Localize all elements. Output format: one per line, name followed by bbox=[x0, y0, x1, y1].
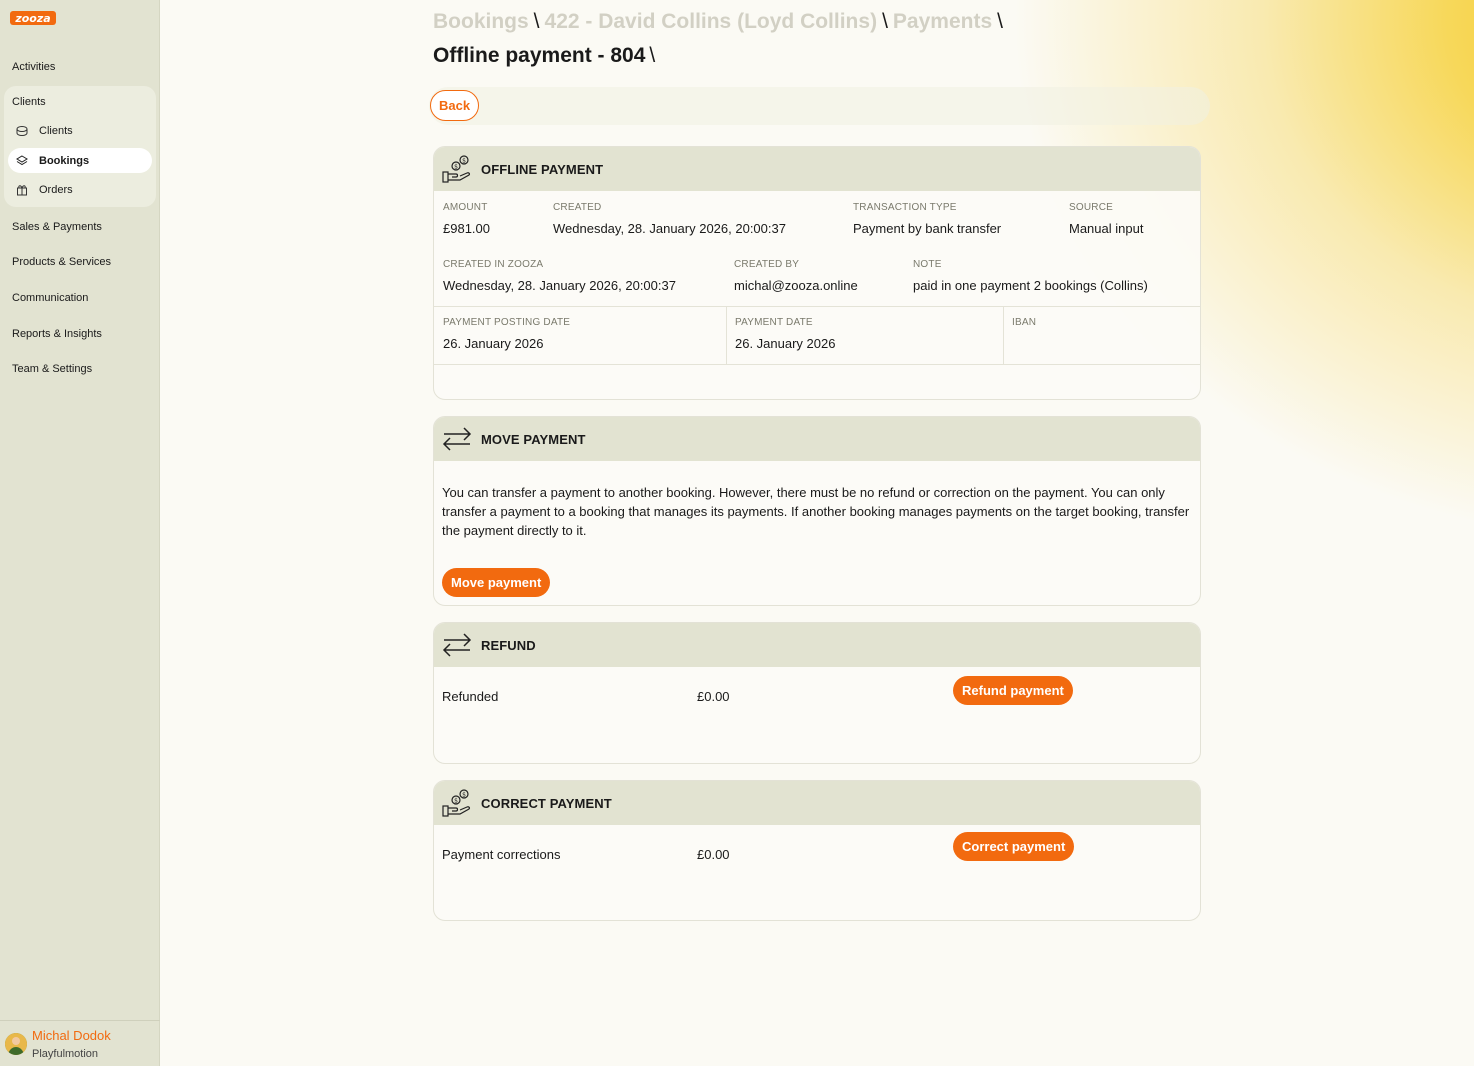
move-payment-card: MOVE PAYMENT You can transfer a payment … bbox=[433, 416, 1201, 606]
back-button[interactable]: Back bbox=[430, 90, 480, 121]
refunded-amount: £0.00 bbox=[697, 689, 730, 704]
move-payment-button[interactable]: Move payment bbox=[442, 568, 551, 597]
card-title: CORRECT PAYMENT bbox=[481, 795, 612, 811]
divider bbox=[434, 306, 1200, 307]
transaction-type-field: TRANSACTION TYPE Payment by bank transfe… bbox=[853, 202, 1001, 236]
correct-payment-button[interactable]: Correct payment bbox=[953, 832, 1075, 861]
field-label: PAYMENT DATE bbox=[735, 317, 813, 328]
field-label: SOURCE bbox=[1069, 202, 1113, 213]
field-label: NOTE bbox=[913, 259, 942, 270]
svg-text:$: $ bbox=[462, 792, 466, 799]
created-by-field: CREATED BY michal@zooza.online bbox=[734, 259, 858, 293]
offline-payment-card: $ $ OFFLINE PAYMENT AMOUNT £981.00 CREAT… bbox=[433, 146, 1201, 400]
divider bbox=[726, 306, 727, 364]
field-label: CREATED IN ZOOZA bbox=[443, 259, 544, 270]
field-label: TRANSACTION TYPE bbox=[853, 202, 957, 213]
card-title: MOVE PAYMENT bbox=[481, 431, 586, 447]
refunded-label: Refunded bbox=[442, 689, 499, 704]
breadcrumb-booking[interactable]: 422 - David Collins (Loyd Collins) bbox=[545, 10, 878, 33]
orders-icon bbox=[17, 184, 27, 195]
payment-corrections-amount: £0.00 bbox=[697, 847, 730, 862]
transfer-arrows-icon bbox=[442, 633, 472, 657]
nav-activities[interactable]: Activities bbox=[12, 61, 55, 73]
created-in-zooza-field: CREATED IN ZOOZA Wednesday, 28. January … bbox=[443, 259, 676, 293]
correct-payment-card: $ $ CORRECT PAYMENT Payment corrections … bbox=[433, 780, 1201, 921]
field-value: michal@zooza.online bbox=[734, 278, 858, 293]
card-header: $ $ CORRECT PAYMENT bbox=[434, 781, 1200, 825]
breadcrumb-payments[interactable]: Payments bbox=[893, 10, 992, 33]
payment-corrections-label: Payment corrections bbox=[442, 847, 561, 862]
divider bbox=[434, 364, 1200, 365]
sidebar-item-clients[interactable]: Clients bbox=[8, 118, 152, 143]
iban-field: IBAN bbox=[1012, 317, 1036, 336]
field-value: paid in one payment 2 bookings (Collins) bbox=[913, 278, 1148, 293]
bookings-icon bbox=[16, 154, 28, 165]
nav-team-settings[interactable]: Team & Settings bbox=[12, 363, 92, 375]
svg-text:$: $ bbox=[454, 798, 458, 805]
money-hand-icon: $ $ bbox=[442, 789, 470, 817]
posting-date-field: PAYMENT POSTING DATE 26. January 2026 bbox=[443, 317, 570, 351]
nav-reports-insights[interactable]: Reports & Insights bbox=[12, 328, 102, 340]
field-value: Manual input bbox=[1069, 221, 1144, 236]
field-value: Payment by bank transfer bbox=[853, 221, 1002, 236]
toolbar: Back bbox=[429, 87, 1210, 125]
field-value: Wednesday, 28. January 2026, 20:00:37 bbox=[553, 221, 786, 236]
page-title-text: Offline payment - 804 bbox=[433, 44, 646, 67]
breadcrumb-separator: \ bbox=[997, 10, 1003, 33]
source-field: SOURCE Manual input bbox=[1069, 202, 1143, 236]
field-label: IBAN bbox=[1012, 317, 1037, 328]
user-name: Michal Dodok bbox=[32, 1028, 111, 1043]
nav-communication[interactable]: Communication bbox=[12, 292, 88, 304]
divider bbox=[1003, 306, 1004, 364]
card-title: OFFLINE PAYMENT bbox=[481, 161, 604, 177]
sidebar: zooza Activities Clients Clients Booking… bbox=[0, 0, 160, 1066]
payment-date-field: PAYMENT DATE 26. January 2026 bbox=[735, 317, 835, 351]
card-header: $ $ OFFLINE PAYMENT bbox=[434, 147, 1200, 191]
zooza-logo[interactable]: zooza bbox=[10, 8, 56, 30]
breadcrumb-bookings[interactable]: Bookings bbox=[433, 10, 529, 33]
breadcrumb: Bookings \ 422 - David Collins (Loyd Colli… bbox=[433, 10, 1008, 34]
field-value: 26. January 2026 bbox=[735, 336, 836, 351]
refund-payment-button[interactable]: Refund payment bbox=[953, 676, 1073, 705]
transfer-arrows-icon bbox=[442, 427, 472, 451]
breadcrumb-separator: \ bbox=[533, 10, 540, 33]
sidebar-item-bookings[interactable]: Bookings bbox=[8, 148, 152, 173]
user-organization: Playfulmotion bbox=[32, 1048, 99, 1060]
clients-group: Clients Clients Bookings Orders bbox=[4, 86, 156, 207]
field-label: AMOUNT bbox=[443, 202, 488, 213]
field-label: PAYMENT POSTING DATE bbox=[443, 317, 571, 328]
breadcrumb-separator: \ bbox=[882, 10, 888, 33]
field-label: CREATED bbox=[553, 202, 602, 213]
move-payment-description: You can transfer a payment to another bo… bbox=[442, 485, 1190, 538]
clients-icon bbox=[16, 125, 28, 136]
sidebar-item-orders[interactable]: Orders bbox=[8, 177, 152, 202]
card-header: REFUND bbox=[434, 623, 1200, 667]
field-value: £981.00 bbox=[443, 221, 490, 236]
note-field: NOTE paid in one payment 2 bookings (Col… bbox=[913, 259, 1148, 293]
page-title: Offline payment - 804 \ bbox=[433, 44, 655, 68]
card-header: MOVE PAYMENT bbox=[434, 417, 1200, 461]
created-field: CREATED Wednesday, 28. January 2026, 20:… bbox=[553, 202, 786, 236]
field-value: Wednesday, 28. January 2026, 20:00:37 bbox=[443, 278, 676, 293]
user-profile[interactable]: Michal Dodok Playfulmotion bbox=[0, 1020, 160, 1066]
sidebar-item-label: Bookings bbox=[39, 154, 90, 167]
card-title: REFUND bbox=[481, 637, 536, 653]
title-separator: \ bbox=[649, 44, 656, 67]
nav-products-services[interactable]: Products & Services bbox=[12, 256, 111, 268]
sidebar-item-label: Clients bbox=[39, 124, 73, 137]
svg-text:$: $ bbox=[462, 158, 466, 165]
svg-text:$: $ bbox=[454, 164, 458, 171]
field-value: 26. January 2026 bbox=[443, 336, 544, 351]
nav-sales-payments[interactable]: Sales & Payments bbox=[12, 221, 102, 233]
refund-card: REFUND Refunded £0.00 Refund payment bbox=[433, 622, 1201, 764]
amount-field: AMOUNT £981.00 bbox=[443, 202, 490, 236]
money-hand-icon: $ $ bbox=[442, 155, 470, 183]
sidebar-item-label: Orders bbox=[39, 183, 73, 196]
svg-text:zooza: zooza bbox=[14, 12, 50, 25]
field-label: CREATED BY bbox=[734, 259, 800, 270]
nav-clients-group[interactable]: Clients bbox=[12, 96, 46, 108]
avatar bbox=[5, 1033, 27, 1055]
